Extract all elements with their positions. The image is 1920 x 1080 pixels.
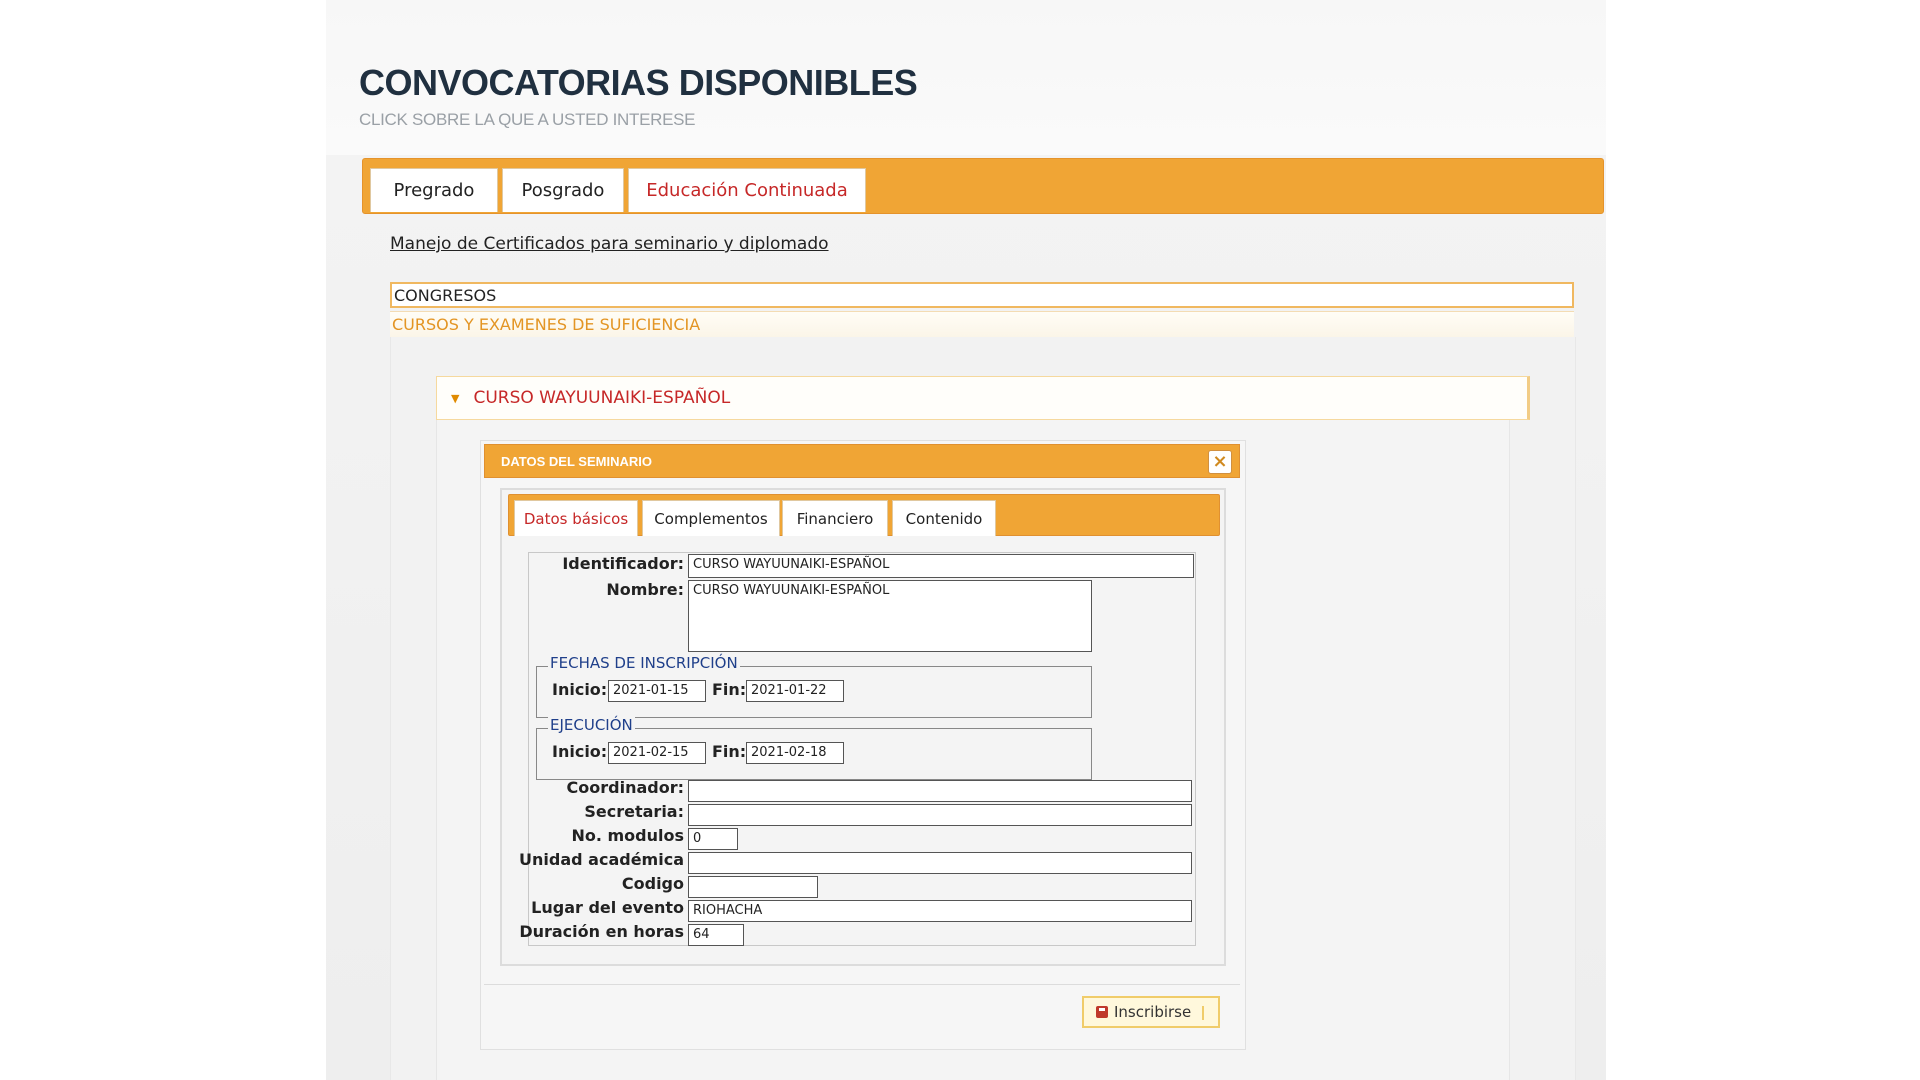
- modulos-input[interactable]: 0: [688, 828, 738, 850]
- dialog-title: DATOS DEL SEMINARIO: [501, 454, 652, 469]
- certificates-link[interactable]: Manejo de Certificados para seminario y …: [390, 234, 829, 254]
- dialog-footer-divider: [484, 984, 1240, 985]
- caret-down-icon: ▼: [451, 391, 460, 405]
- unidad-label: Unidad académica: [519, 850, 684, 869]
- codigo-label: Codigo: [621, 874, 684, 893]
- secretaria-input[interactable]: [688, 804, 1192, 826]
- save-icon: [1096, 1006, 1108, 1018]
- coordinador-input[interactable]: [688, 780, 1192, 802]
- lugar-label: Lugar del evento: [531, 898, 684, 917]
- tab-contenido[interactable]: Contenido: [892, 500, 996, 536]
- lugar-input[interactable]: RIOHACHA: [688, 900, 1192, 922]
- unidad-input[interactable]: [688, 852, 1192, 874]
- nombre-textarea[interactable]: CURSO WAYUUNAIKI-ESPAÑOL: [688, 580, 1092, 652]
- ejecucion-legend: EJECUCIÓN: [548, 716, 635, 734]
- section-congresos[interactable]: CONGRESOS: [390, 282, 1574, 308]
- page-title: CONVOCATORIAS DISPONIBLES: [359, 62, 918, 103]
- section-cursos[interactable]: CURSOS Y EXAMENES DE SUFICIENCIA: [390, 311, 1574, 337]
- coordinador-label: Coordinador:: [566, 778, 684, 797]
- secretaria-label: Secretaria:: [584, 802, 684, 821]
- inscripcion-fin-input[interactable]: 2021-01-22: [746, 680, 844, 702]
- tab-posgrado[interactable]: Posgrado: [502, 168, 624, 212]
- ejecucion-fin-input[interactable]: 2021-02-18: [746, 742, 844, 764]
- curso-title: CURSO WAYUUNAIKI-ESPAÑOL: [473, 388, 731, 408]
- tab-datos-basicos[interactable]: Datos básicos: [514, 500, 638, 536]
- inscripcion-fin-label: Fin:: [712, 680, 747, 699]
- duracion-input[interactable]: 64: [688, 924, 744, 946]
- duracion-label: Duración en horas: [519, 922, 684, 941]
- tab-complementos[interactable]: Complementos: [642, 500, 780, 536]
- page-subtitle: CLICK SOBRE LA QUE A USTED INTERESE: [359, 110, 696, 129]
- close-icon[interactable]: ×: [1208, 450, 1232, 474]
- inscripcion-inicio-input[interactable]: 2021-01-15: [608, 680, 706, 702]
- codigo-input[interactable]: [688, 876, 818, 898]
- nombre-label: Nombre:: [606, 580, 684, 599]
- tab-educacion-continuada[interactable]: Educación Continuada: [628, 168, 866, 212]
- inscribirse-label: Inscribirse: [1114, 1003, 1192, 1021]
- inscribirse-button[interactable]: Inscribirse: [1082, 996, 1220, 1028]
- curso-header[interactable]: ▼ CURSO WAYUUNAIKI-ESPAÑOL: [436, 376, 1530, 420]
- tab-financiero[interactable]: Financiero: [782, 500, 888, 536]
- ejecucion-fin-label: Fin:: [712, 742, 747, 761]
- button-divider: [1202, 1006, 1204, 1020]
- ejecucion-inicio-label: Inicio:: [552, 742, 608, 761]
- ejecucion-inicio-input[interactable]: 2021-02-15: [608, 742, 706, 764]
- identificador-input[interactable]: CURSO WAYUUNAIKI-ESPAÑOL: [688, 554, 1194, 578]
- inscripcion-inicio-label: Inicio:: [552, 680, 608, 699]
- identificador-label: Identificador:: [562, 554, 684, 573]
- inscripcion-legend: FECHAS DE INSCRIPCIÓN: [548, 654, 740, 672]
- tab-pregrado[interactable]: Pregrado: [370, 168, 498, 212]
- modulos-label: No. modulos: [571, 826, 684, 845]
